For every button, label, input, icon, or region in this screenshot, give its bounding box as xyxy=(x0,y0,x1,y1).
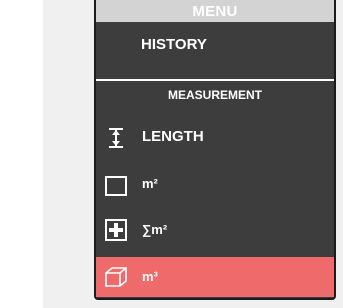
menu-item-length[interactable]: LENGTH xyxy=(96,118,334,154)
menu-item-area[interactable]: m² xyxy=(96,166,334,202)
history-item[interactable]: HISTORY xyxy=(141,36,207,53)
menu-title: MENU xyxy=(96,0,334,22)
menu-panel: MENU HISTORY MEASUREMENT LENGTH m² ∑m² m… xyxy=(94,0,336,300)
cube-icon xyxy=(105,267,127,287)
menu-item-length-label: LENGTH xyxy=(142,128,204,145)
square-icon xyxy=(105,176,127,196)
divider xyxy=(96,79,334,81)
menu-item-volume[interactable]: m³ xyxy=(96,257,334,297)
menu-item-area-label: m² xyxy=(142,176,158,191)
length-icon xyxy=(109,128,123,148)
menu-item-volume-label: m³ xyxy=(142,269,158,284)
sum-area-icon xyxy=(105,219,127,241)
section-title-measurement: MEASUREMENT xyxy=(167,88,262,102)
menu-item-sum-area[interactable]: ∑m² xyxy=(96,210,334,246)
menu-item-sum-area-label: ∑m² xyxy=(142,222,168,237)
